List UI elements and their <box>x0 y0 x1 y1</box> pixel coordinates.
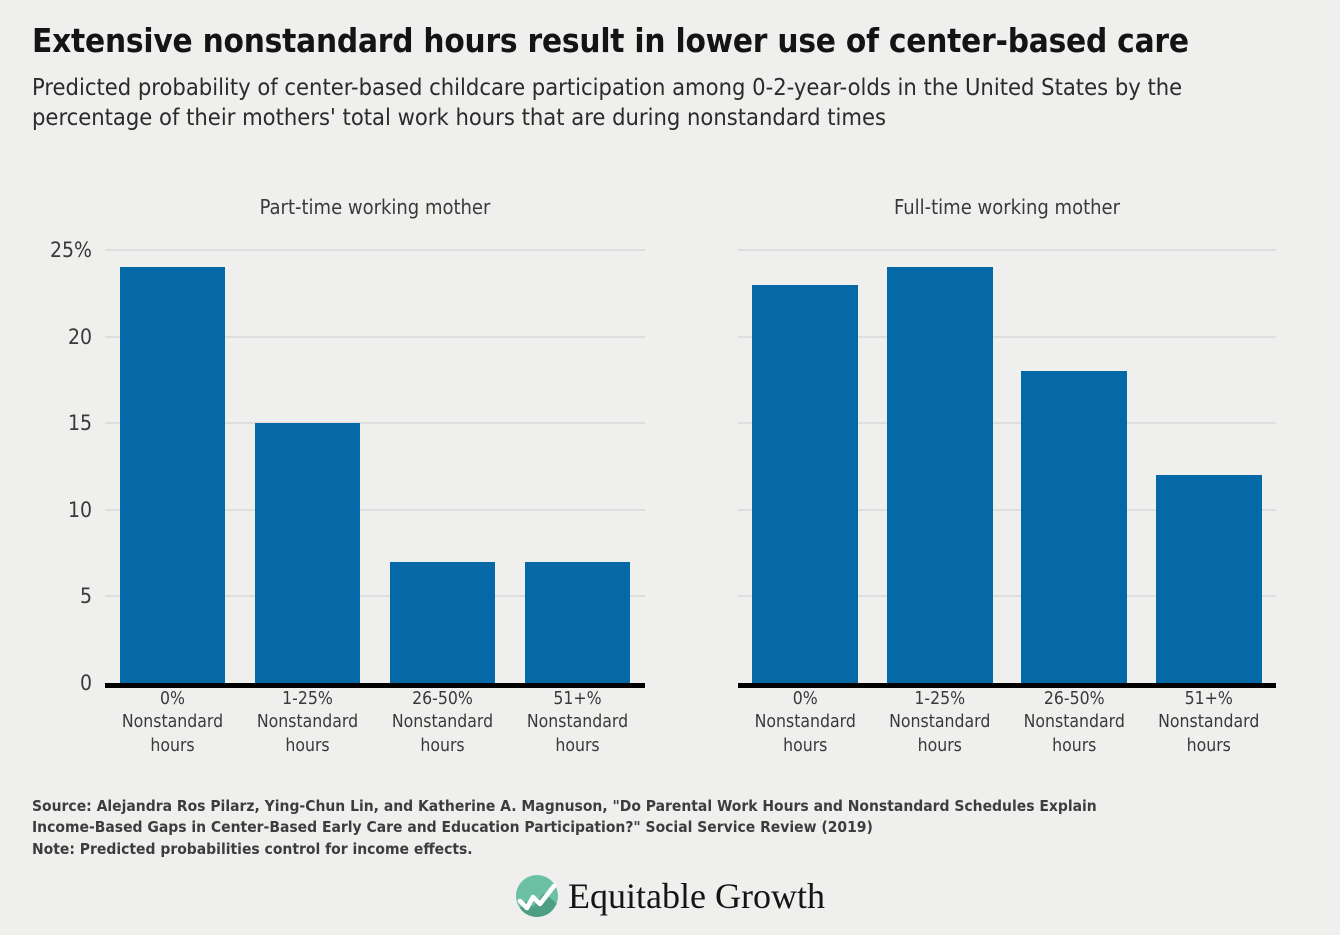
x-axis-tick-label-line: hours <box>555 735 600 756</box>
x-axis-tick-label: 1-25% Nonstandard hours <box>873 688 1008 758</box>
x-axis-tick-label-line: hours <box>285 735 330 756</box>
x-axis-tick-label-line: 1-25% <box>914 689 966 709</box>
y-axis-tick-20: 20 <box>67 324 92 349</box>
chart-plot-area: Part-time working mother Full-time worki… <box>0 190 1340 790</box>
x-axis-tick-label-line: Nonstandard <box>526 712 629 733</box>
gridline-25 <box>738 249 1276 251</box>
x-axis-tick-label-line: Nonstandard <box>1158 712 1260 733</box>
y-axis-tick-15: 15 <box>67 411 92 436</box>
brand-logo: Equitable Growth <box>0 874 1340 918</box>
x-axis-tick-label-line: Nonstandard <box>256 712 359 733</box>
x-axis-tick-label: 26-50% Nonstandard hours <box>375 688 510 758</box>
x-axis-tick-label-line: hours <box>1186 735 1231 756</box>
bar[interactable] <box>119 267 226 683</box>
bar[interactable] <box>254 423 361 683</box>
x-axis-tick-label-line: Nonstandard <box>121 712 224 733</box>
logo-text: Equitable Growth <box>568 876 825 916</box>
y-axis-tick-10: 10 <box>67 497 92 522</box>
x-axis-tick-label: 26-50% Nonstandard hours <box>1007 688 1142 758</box>
x-axis-tick-label-line: hours <box>420 735 465 756</box>
x-axis-tick-label-line: hours <box>150 735 195 756</box>
x-axis-tick-label: 1-25% Nonstandard hours <box>240 688 375 758</box>
x-axis-tick-label-line: hours <box>783 735 828 756</box>
chart-header: Extensive nonstandard hours result in lo… <box>0 0 1340 132</box>
x-axis-tick-label-line: 26-50% <box>412 689 473 709</box>
note-line: Note: Predicted probabilities control fo… <box>32 839 473 858</box>
x-axis-tick-label-line: 0% <box>792 689 818 709</box>
x-axis-tick-label-line: Nonstandard <box>889 712 991 733</box>
x-axis-tick-label-line: Nonstandard <box>754 712 856 733</box>
x-axis-tick-label: 0% Nonstandard hours <box>738 688 873 758</box>
x-axis-tick-label-line: 51+% <box>1184 689 1233 709</box>
equitable-growth-mark-icon <box>515 874 559 918</box>
x-axis-tick-label-line: Nonstandard <box>391 712 494 733</box>
chart-footnotes: Source: Alejandra Ros Pilarz, Ying-Chun … <box>32 796 1312 860</box>
panel-title-full-time: Full-time working mother <box>893 195 1121 219</box>
x-axis-tick-label: 51+% Nonstandard hours <box>510 688 645 758</box>
source-line-1: Source: Alejandra Ros Pilarz, Ying-Chun … <box>32 797 1097 815</box>
page-title: Extensive nonstandard hours result in lo… <box>32 21 1189 60</box>
bar[interactable] <box>886 267 993 683</box>
y-axis-tick-25: 25% <box>50 238 92 262</box>
x-axis-tick-label-line: 0% <box>160 689 185 709</box>
y-axis-tick-5: 5 <box>79 584 92 609</box>
source-line-2: Income-Based Gaps in Center-Based Early … <box>32 818 873 837</box>
bar[interactable] <box>1155 475 1262 683</box>
chart-subtitle: Predicted probability of center-based ch… <box>32 72 1183 132</box>
x-axis-tick-label-line: hours <box>1052 735 1097 756</box>
x-axis-tick-label: 0% Nonstandard hours <box>105 688 240 758</box>
x-axis-tick-label: 51+% Nonstandard hours <box>1142 688 1277 758</box>
gridline-25 <box>105 249 645 251</box>
bar[interactable] <box>752 284 859 683</box>
bar[interactable] <box>389 561 496 683</box>
x-axis-tick-label-line: 51+% <box>553 689 602 709</box>
x-axis-tick-label-line: 26-50% <box>1043 689 1105 709</box>
bar[interactable] <box>524 561 631 683</box>
y-axis-tick-0: 0 <box>79 671 92 695</box>
bar[interactable] <box>1021 371 1128 683</box>
x-axis-tick-label-line: 1-25% <box>282 689 333 709</box>
x-axis-tick-label-line: hours <box>917 735 962 756</box>
x-axis-tick-label-line: Nonstandard <box>1023 712 1125 733</box>
panel-title-part-time: Part-time working mother <box>259 195 491 219</box>
